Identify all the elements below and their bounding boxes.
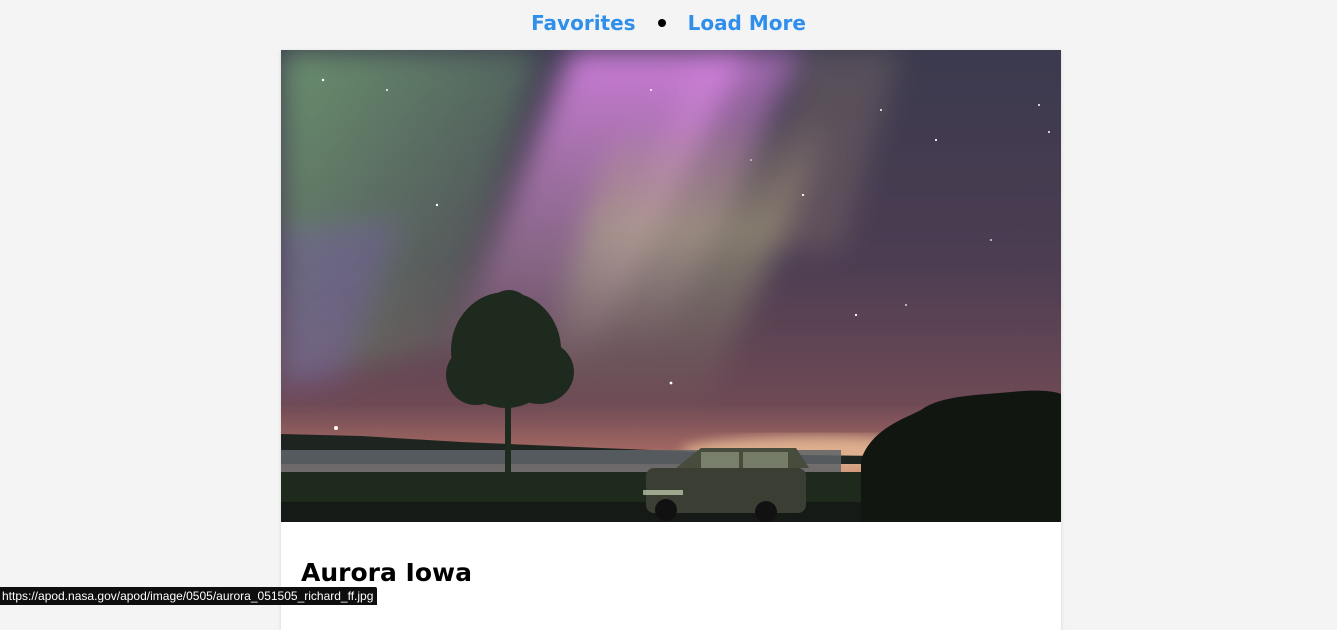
load-more-link[interactable]: Load More — [688, 11, 806, 35]
apod-image[interactable] — [281, 50, 1061, 522]
photo-title: Aurora Iowa — [301, 558, 472, 587]
apod-card: Aurora Iowa — [281, 50, 1061, 630]
top-nav: Favorites Load More — [0, 0, 1337, 46]
favorites-link[interactable]: Favorites — [531, 11, 636, 35]
link-status-url: https://apod.nasa.gov/apod/image/0505/au… — [0, 587, 377, 605]
separator-dot — [658, 19, 666, 27]
